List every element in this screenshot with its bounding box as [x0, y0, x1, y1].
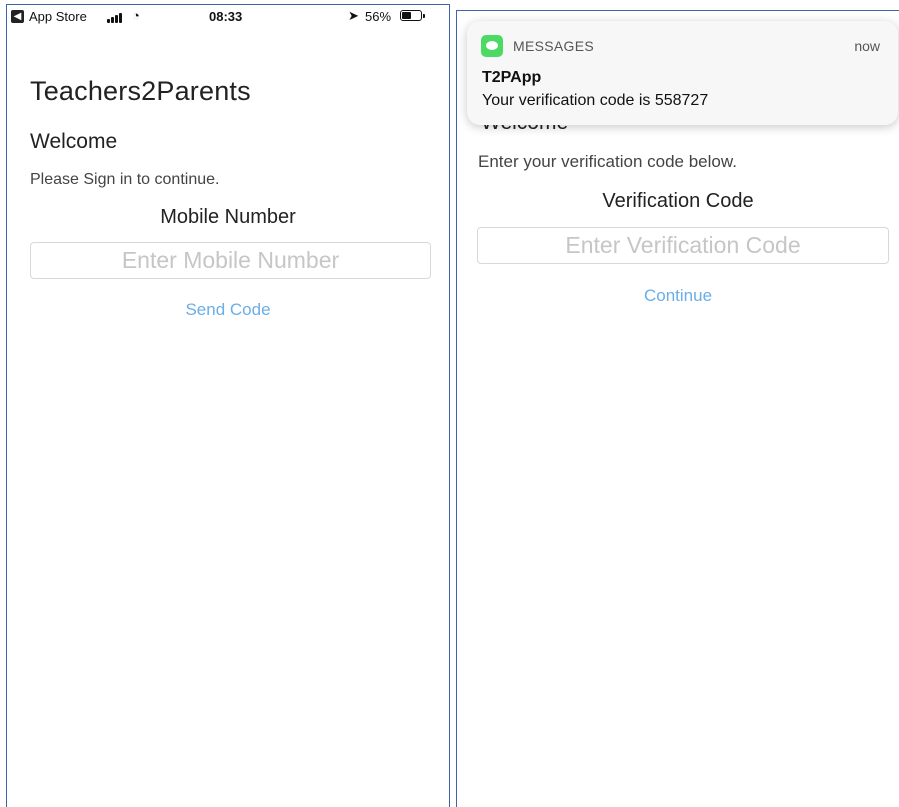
verification-instruction: Enter your verification code below.: [478, 152, 737, 171]
send-code-button[interactable]: Send Code: [7, 300, 449, 320]
status-bar: ◀ App Store ◔ 08:33 ➤ 56%: [7, 5, 449, 31]
wifi-icon: ◔: [132, 8, 140, 23]
notification-message: Your verification code is 558727: [482, 92, 709, 109]
notification-app-name: MESSAGES: [513, 38, 594, 54]
battery-nub: [423, 14, 425, 18]
verification-code-label: Verification Code: [602, 190, 754, 212]
messages-app-icon: [481, 35, 503, 57]
notification-time: now: [854, 38, 880, 54]
location-arrow-icon: ➤: [348, 8, 359, 23]
mobile-number-label: Mobile Number: [160, 206, 296, 228]
status-time: 08:33: [209, 9, 243, 24]
battery-icon: [400, 10, 422, 21]
welcome-heading: Welcome: [30, 130, 118, 153]
verification-screen: Welcome Enter your verification code bel…: [456, 10, 899, 807]
battery-percent: 56%: [365, 9, 392, 24]
back-app-label[interactable]: App Store: [29, 9, 87, 24]
mobile-number-input[interactable]: [30, 242, 431, 279]
sign-in-screen: ◀ App Store ◔ 08:33 ➤ 56% Teachers2Paren…: [6, 4, 450, 807]
sign-in-instruction: Please Sign in to continue.: [30, 171, 220, 188]
app-title: Teachers2Parents: [30, 76, 251, 106]
cellular-signal-icon: [107, 12, 127, 23]
continue-button[interactable]: Continue: [457, 286, 899, 306]
sms-notification-banner[interactable]: MESSAGES now T2PApp Your verification co…: [467, 21, 898, 125]
back-to-app-icon[interactable]: ◀: [11, 10, 24, 23]
verification-code-input[interactable]: [477, 227, 889, 264]
notification-sender: T2PApp: [482, 69, 542, 86]
